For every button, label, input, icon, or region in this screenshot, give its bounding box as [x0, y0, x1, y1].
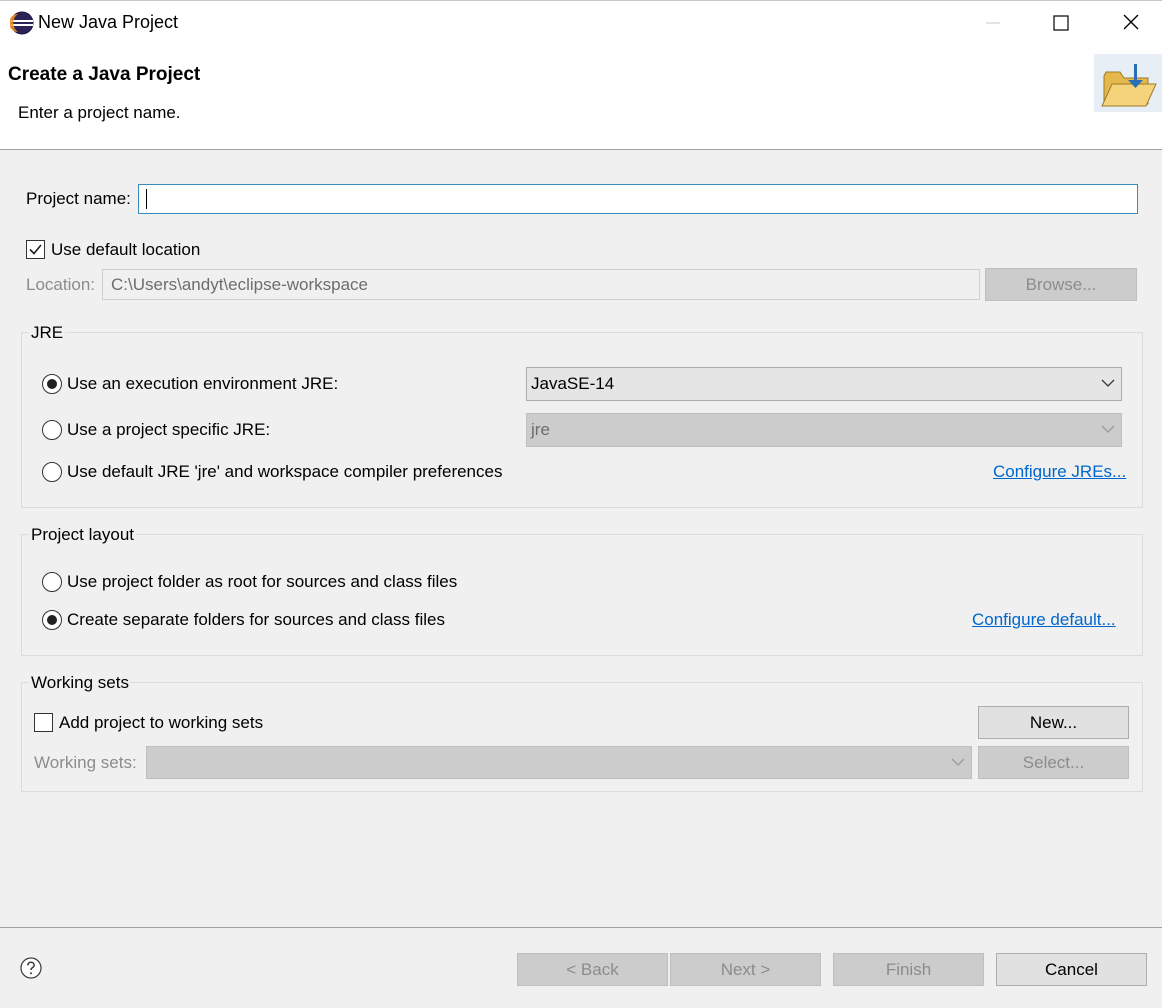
- eclipse-icon: [10, 11, 34, 35]
- project-specific-jre-value: jre: [531, 420, 550, 439]
- cancel-button[interactable]: Cancel: [996, 953, 1147, 986]
- minimize-button[interactable]: [972, 8, 1014, 38]
- finish-button[interactable]: Finish: [833, 953, 984, 986]
- add-to-working-sets-checkbox[interactable]: [34, 713, 53, 732]
- maximize-button[interactable]: [1040, 8, 1082, 38]
- separate-folders-radio[interactable]: [42, 610, 62, 630]
- working-sets-label: Working sets:: [34, 753, 137, 772]
- execution-environment-value: JavaSE-14: [531, 374, 615, 393]
- use-default-jre-label[interactable]: Use default JRE 'jre' and workspace comp…: [67, 462, 502, 482]
- folder-wizard-icon: [1094, 54, 1162, 112]
- minimize-icon: [986, 22, 1000, 24]
- use-default-jre-radio[interactable]: [42, 462, 62, 482]
- separate-folders-label[interactable]: Create separate folders for sources and …: [67, 610, 445, 630]
- configure-jres-link[interactable]: Configure JREs...: [993, 462, 1126, 482]
- jre-group-title: JRE: [29, 323, 66, 343]
- close-icon: [1123, 14, 1139, 30]
- location-input: [102, 269, 980, 300]
- header-divider: [0, 149, 1162, 150]
- page-message: Enter a project name.: [18, 103, 181, 122]
- chevron-down-icon: [951, 758, 965, 766]
- use-execution-environment-label[interactable]: Use an execution environment JRE:: [67, 374, 338, 394]
- working-sets-group-title: Working sets: [29, 673, 131, 693]
- configure-default-link[interactable]: Configure default...: [972, 610, 1116, 630]
- page-title: Create a Java Project: [8, 64, 201, 85]
- window-title: New Java Project: [38, 12, 179, 32]
- footer-divider: [0, 927, 1162, 928]
- wizard-header: Create a Java Project Enter a project na…: [0, 46, 1162, 149]
- text-caret: [146, 189, 147, 209]
- use-default-location-label[interactable]: Use default location: [51, 240, 200, 260]
- back-button[interactable]: < Back: [517, 953, 668, 986]
- project-folder-as-root-radio[interactable]: [42, 572, 62, 592]
- use-execution-environment-radio[interactable]: [42, 374, 62, 394]
- browse-button[interactable]: Browse...: [985, 268, 1137, 301]
- new-working-set-button[interactable]: New...: [978, 706, 1129, 739]
- use-project-specific-jre-radio[interactable]: [42, 420, 62, 440]
- project-folder-as-root-label[interactable]: Use project folder as root for sources a…: [67, 572, 457, 592]
- maximize-icon: [1053, 15, 1069, 31]
- next-button[interactable]: Next >: [670, 953, 821, 986]
- project-specific-jre-select[interactable]: jre: [526, 413, 1122, 447]
- chevron-down-icon: [1101, 379, 1115, 387]
- project-name-input[interactable]: [138, 184, 1138, 214]
- project-name-label: Project name:: [26, 189, 131, 208]
- project-layout-group-title: Project layout: [29, 525, 136, 545]
- working-sets-select[interactable]: [146, 746, 972, 779]
- use-project-specific-jre-label[interactable]: Use a project specific JRE:: [67, 420, 270, 440]
- add-to-working-sets-label[interactable]: Add project to working sets: [59, 713, 263, 733]
- help-icon[interactable]: [20, 957, 42, 979]
- project-layout-group: [21, 534, 1143, 656]
- execution-environment-select[interactable]: JavaSE-14: [526, 367, 1122, 401]
- chevron-down-icon: [1101, 425, 1115, 433]
- close-button[interactable]: [1110, 8, 1152, 38]
- use-default-location-checkbox[interactable]: [26, 240, 45, 259]
- checkmark-icon: [29, 244, 42, 255]
- select-working-sets-button[interactable]: Select...: [978, 746, 1129, 779]
- location-label: Location:: [26, 275, 95, 294]
